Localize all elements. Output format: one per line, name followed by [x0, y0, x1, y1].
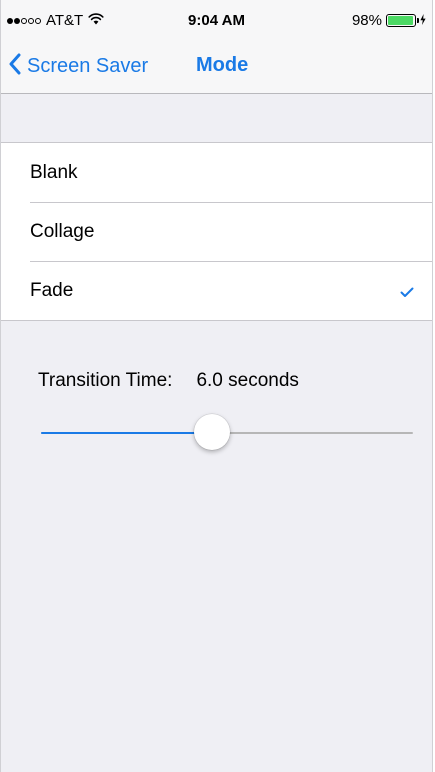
page-title: Mode [196, 54, 249, 76]
battery-icon [386, 14, 419, 27]
transition-time-value: 6.0 seconds [196, 370, 299, 391]
battery-percent: 98% [351, 12, 382, 29]
status-right: 98% [352, 12, 426, 29]
slider-fill [41, 432, 213, 434]
option-fade[interactable]: Fade [1, 261, 432, 320]
option-collage[interactable]: Collage [1, 202, 432, 261]
back-button[interactable]: Screen Saver [9, 50, 148, 82]
transition-time-row: Transition Time: 6.0 seconds [38, 370, 299, 392]
battery-nub [417, 18, 419, 23]
transition-time-label: Transition Time: [38, 370, 173, 391]
option-label: Fade [30, 279, 74, 301]
mode-options-list: Blank Collage Fade [1, 142, 432, 321]
option-blank[interactable]: Blank [1, 143, 432, 202]
status-bar: AT&T 9:04 AM 98% [1, 0, 432, 40]
battery-level-fill [388, 16, 414, 25]
back-label: Screen Saver [27, 54, 149, 77]
option-label: Collage [30, 220, 95, 242]
checkmark-icon [400, 285, 414, 303]
screen: AT&T 9:04 AM 98% Screen Saver Mode Blank… [0, 0, 433, 772]
navigation-bar: Screen Saver Mode [1, 40, 432, 94]
transition-time-slider[interactable] [41, 414, 413, 452]
charging-bolt-icon [420, 12, 426, 29]
slider-thumb[interactable] [194, 414, 231, 450]
chevron-left-icon [9, 53, 21, 80]
option-label: Blank [30, 161, 78, 183]
